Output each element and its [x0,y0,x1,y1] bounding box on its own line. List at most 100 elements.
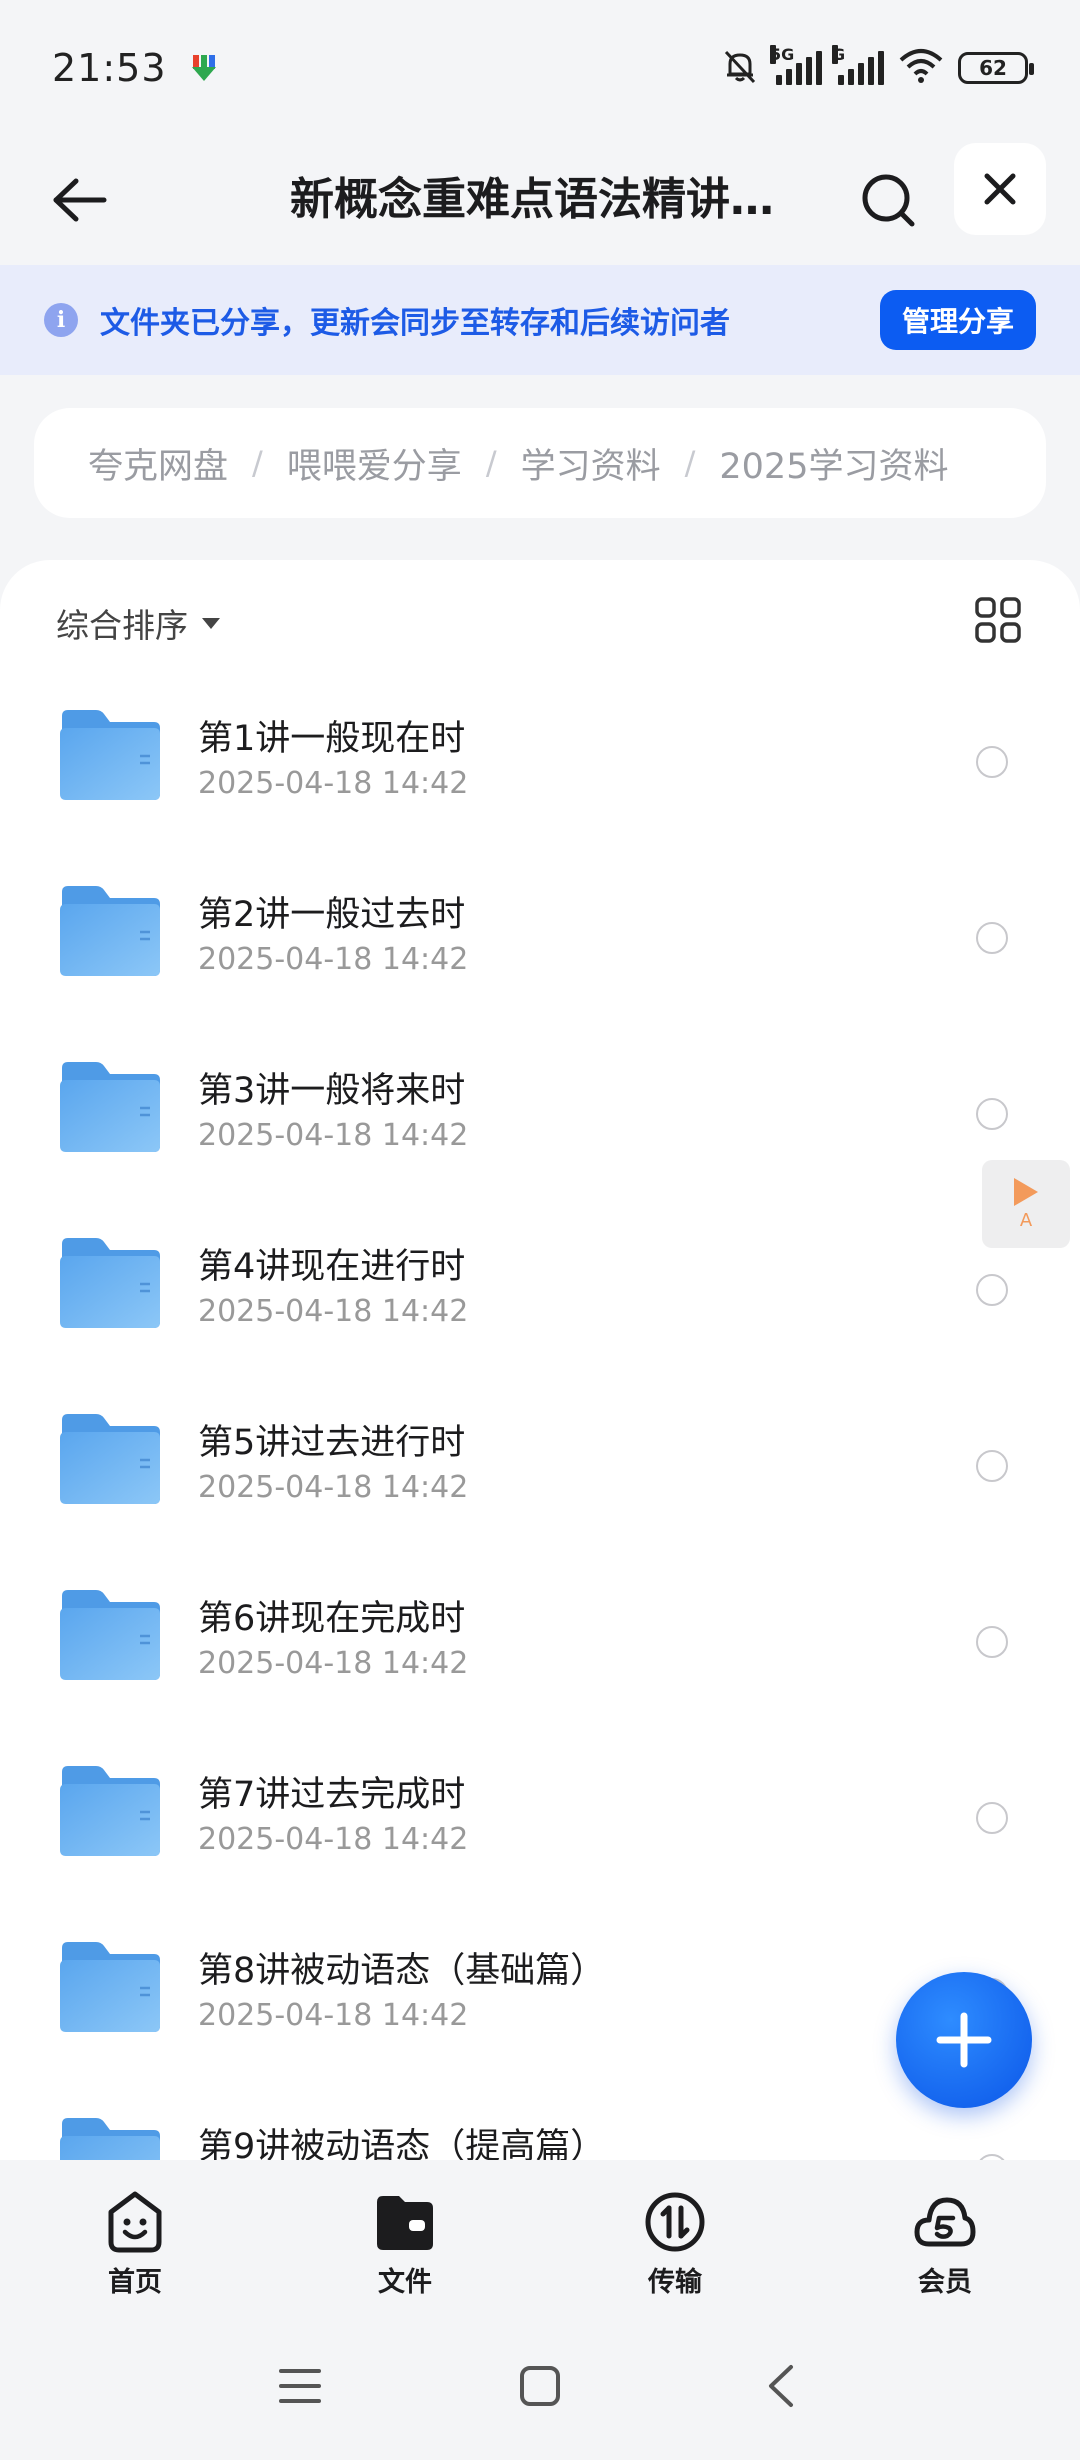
file-list-item[interactable]: 第4讲现在进行时 2025-04-18 14:42 [0,1214,1080,1390]
file-list-item[interactable]: 第5讲过去进行时 2025-04-18 14:42 [0,1390,1080,1566]
caret-down-icon [202,617,220,629]
file-name: 第5讲过去进行时 [198,1423,466,1463]
share-banner: i 文件夹已分享，更新会同步至转存和后续访问者 管理分享 [0,265,1080,375]
add-button[interactable] [896,1972,1032,2108]
file-list-item[interactable]: 第3讲一般将来时 2025-04-18 14:42 [0,1038,1080,1214]
file-list: 第1讲一般现在时 2025-04-18 14:42 第2讲一般过去时 2025-… [0,686,1080,2160]
search-button[interactable] [848,160,928,240]
file-name: 第9讲被动语态（提高篇） [198,2127,606,2160]
file-date: 2025-04-18 14:42 [198,1822,469,1857]
grid-view-toggle[interactable] [974,596,1022,644]
recent-apps-button[interactable] [270,2356,330,2416]
signal-icon-2: G [832,44,884,85]
breadcrumb-item-2025[interactable]: 2025学习资料 [719,438,948,489]
file-date: 2025-04-18 14:42 [198,942,469,977]
file-panel: 综合排序 第1讲一般现在时 2025-04-18 14:42 第2讲一般过去时 … [0,560,1080,2160]
folder-icon [58,884,162,978]
status-icons: 5G G 62 [720,44,1034,90]
header: 新概念重难点语法精讲… [0,135,1080,265]
breadcrumb-item-share[interactable]: 喂喂爱分享 [287,438,462,489]
floating-player-label: A [1019,1209,1033,1231]
file-name: 第3讲一般将来时 [198,1071,466,1111]
back-system-button[interactable] [750,2356,810,2416]
grid-view-icon [975,597,1021,643]
download-app-icon [189,53,219,83]
manage-share-button[interactable]: 管理分享 [880,290,1036,350]
status-bar: 21:53 5G G 62 [0,0,1080,135]
breadcrumb-separator: / [485,444,497,482]
file-date: 2025-04-18 14:42 [198,1646,469,1681]
battery-icon: 62 [958,51,1034,84]
breadcrumb-item-study[interactable]: 学习资料 [521,438,661,489]
file-date: 2025-04-18 14:42 [198,1118,469,1153]
file-list-item[interactable]: 第9讲被动语态（提高篇） [0,2094,1080,2160]
search-icon [862,174,915,227]
breadcrumb-separator: / [252,444,263,482]
folder-icon [58,1588,162,1682]
folder-icon [58,1236,162,1330]
folder-icon [58,1940,162,2034]
floating-player-widget[interactable]: A [982,1160,1070,1248]
member-cloud-icon [914,2197,976,2247]
file-list-item[interactable]: 第2讲一般过去时 2025-04-18 14:42 [0,862,1080,1038]
system-nav-bar [0,2310,1080,2460]
select-checkbox[interactable] [976,1274,1008,1306]
nav-item-member[interactable]: 会员 [810,2160,1080,2310]
file-date: 2025-04-18 14:42 [198,1294,469,1329]
chevron-left-icon [769,2365,793,2407]
nav-item-transfer[interactable]: 传输 [540,2160,810,2310]
file-name: 第1讲一般现在时 [198,719,466,759]
folder-icon [58,708,162,802]
folder-icon [377,2196,433,2250]
arrow-left-icon [53,178,107,222]
select-checkbox[interactable] [976,746,1008,778]
file-name: 第7讲过去完成时 [198,1775,466,1815]
bottom-nav: 首页 文件 传输 会员 [0,2160,1080,2310]
nav-label-home: 首页 [108,2267,162,2298]
page-title: 新概念重难点语法精讲… [290,174,774,225]
breadcrumb-separator: / [684,444,696,482]
sort-label: 综合排序 [56,606,188,645]
share-status-text: 文件夹已分享，更新会同步至转存和后续访问者 [100,306,730,341]
breadcrumb: 夸克网盘 / 喂喂爱分享 / 学习资料 / 2025学习资料 [34,408,1046,518]
file-date: 2025-04-18 14:42 [198,766,469,801]
file-date: 2025-04-18 14:42 [198,1998,469,2033]
file-date: 2025-04-18 14:42 [198,1470,469,1505]
folder-icon [58,1060,162,1154]
play-icon [1014,1177,1038,1206]
home-system-button[interactable] [510,2356,570,2416]
folder-icon [58,1412,162,1506]
nav-item-files[interactable]: 文件 [270,2160,540,2310]
file-list-item[interactable]: 第1讲一般现在时 2025-04-18 14:42 [0,686,1080,862]
nav-item-home[interactable]: 首页 [0,2160,270,2310]
select-checkbox[interactable] [976,1802,1008,1834]
plus-icon [936,2012,992,2068]
menu-icon [279,2369,321,2403]
file-name: 第2讲一般过去时 [198,895,466,935]
select-checkbox[interactable] [976,1098,1008,1130]
transfer-icon [645,2192,705,2252]
folder-icon [58,1764,162,1858]
signal-icon: 5G [770,44,822,85]
close-icon [984,173,1016,205]
file-list-item[interactable]: 第7讲过去完成时 2025-04-18 14:42 [0,1742,1080,1918]
home-smile-icon [108,2191,162,2253]
back-button[interactable] [40,160,120,240]
file-name: 第4讲现在进行时 [198,1247,466,1287]
close-button[interactable] [954,143,1046,235]
file-name: 第8讲被动语态（基础篇） [198,1951,606,1991]
status-time: 21:53 [52,45,167,90]
select-checkbox[interactable] [976,1450,1008,1482]
file-list-item[interactable]: 第6讲现在完成时 2025-04-18 14:42 [0,1566,1080,1742]
bell-muted-icon [720,46,760,90]
wifi-icon [898,48,944,88]
nav-label-transfer: 传输 [648,2267,702,2298]
breadcrumb-item-root[interactable]: 夸克网盘 [88,438,228,489]
sort-dropdown[interactable]: 综合排序 [56,598,220,648]
nav-label-files: 文件 [378,2267,432,2298]
select-checkbox[interactable] [976,922,1008,954]
file-name: 第6讲现在完成时 [198,1599,466,1639]
nav-label-member: 会员 [918,2267,972,2298]
square-icon [520,2366,560,2406]
select-checkbox[interactable] [976,1626,1008,1658]
